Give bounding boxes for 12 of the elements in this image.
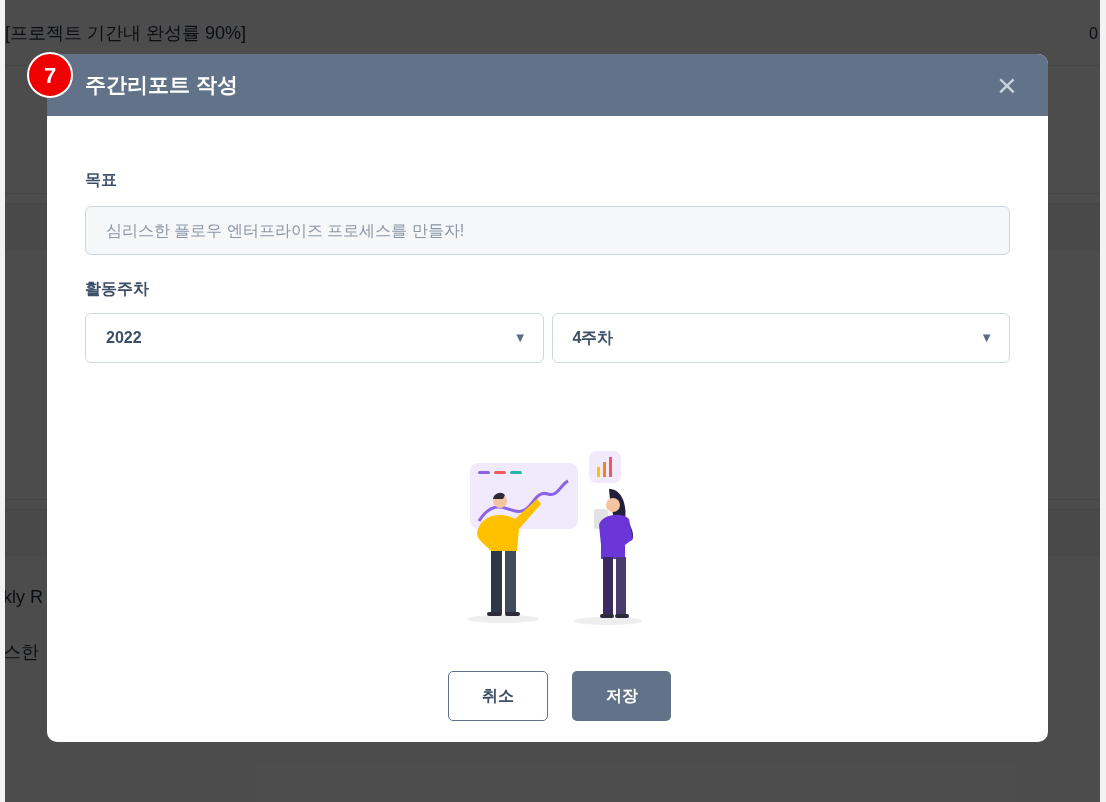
select-dropdown[interactable]: 2022 ▼: [85, 313, 544, 363]
background-heading: [프로젝트 기간내 완성률 90%]: [5, 22, 247, 45]
goal-field[interactable]: 심리스한 플로우 엔터프라이즈 프로세스를 만들자!: [85, 206, 1010, 255]
cancel-button[interactable]: 취소: [448, 671, 548, 721]
modal-title: 주간리포트 작성: [85, 72, 238, 99]
select-dropdown[interactable]: 4주차 ▼: [551, 313, 1010, 363]
save-button[interactable]: 저장: [572, 671, 671, 721]
background-value: 0: [1089, 23, 1098, 44]
field-label: 활동주차: [85, 279, 150, 299]
background-text: kly R: [5, 586, 44, 609]
field-label: 목표: [85, 170, 118, 190]
background-text: 스한: [5, 641, 40, 664]
